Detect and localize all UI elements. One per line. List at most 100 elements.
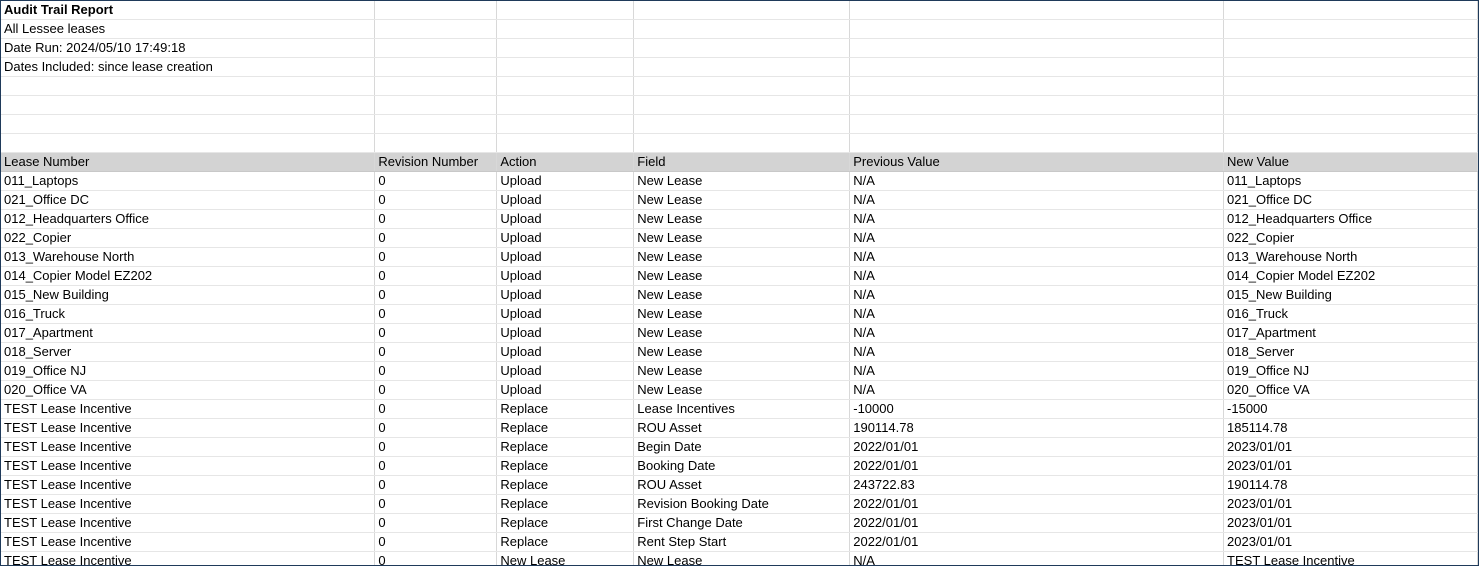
previous-value-cell[interactable]: 2022/01/01 [849, 456, 1225, 476]
new-value-cell[interactable]: 017_Apartment [1223, 323, 1478, 343]
new-value-cell[interactable]: 016_Truck [1223, 304, 1478, 324]
previous-value-cell[interactable]: 2022/01/01 [849, 532, 1225, 552]
lease-number-cell[interactable]: TEST Lease Incentive [1, 456, 376, 476]
lease-number-cell[interactable]: 013_Warehouse North [1, 247, 376, 267]
field-cell[interactable]: First Change Date [633, 513, 851, 533]
field-cell[interactable]: New Lease [633, 209, 851, 229]
new-value-cell[interactable]: 019_Office NJ [1223, 361, 1478, 381]
action-cell[interactable]: Upload [496, 361, 635, 381]
header-new-value[interactable]: New Value [1223, 152, 1478, 172]
lease-number-cell[interactable]: 015_New Building [1, 285, 376, 305]
new-value-cell[interactable]: -15000 [1223, 399, 1478, 419]
new-value-cell[interactable]: 012_Headquarters Office [1223, 209, 1478, 229]
revision-number-cell[interactable]: 0 [374, 190, 498, 210]
revision-number-cell[interactable]: 0 [374, 551, 498, 565]
revision-number-cell[interactable]: 0 [374, 171, 498, 191]
lease-number-cell[interactable]: 017_Apartment [1, 323, 376, 343]
new-value-cell[interactable]: TEST Lease Incentive [1223, 551, 1478, 565]
previous-value-cell[interactable]: N/A [849, 304, 1225, 324]
new-value-cell[interactable]: 013_Warehouse North [1223, 247, 1478, 267]
report-date-run[interactable]: Date Run: 2024/05/10 17:49:18 [1, 38, 376, 58]
revision-number-cell[interactable]: 0 [374, 342, 498, 362]
lease-number-cell[interactable]: TEST Lease Incentive [1, 532, 376, 552]
action-cell[interactable]: Upload [496, 171, 635, 191]
revision-number-cell[interactable]: 0 [374, 323, 498, 343]
revision-number-cell[interactable]: 0 [374, 532, 498, 552]
previous-value-cell[interactable]: 243722.83 [849, 475, 1225, 495]
lease-number-cell[interactable]: TEST Lease Incentive [1, 418, 376, 438]
field-cell[interactable]: New Lease [633, 304, 851, 324]
action-cell[interactable]: Replace [496, 513, 635, 533]
field-cell[interactable]: Revision Booking Date [633, 494, 851, 514]
revision-number-cell[interactable]: 0 [374, 247, 498, 267]
previous-value-cell[interactable]: -10000 [849, 399, 1225, 419]
new-value-cell[interactable]: 011_Laptops [1223, 171, 1478, 191]
previous-value-cell[interactable]: 2022/01/01 [849, 437, 1225, 457]
previous-value-cell[interactable]: N/A [849, 247, 1225, 267]
lease-number-cell[interactable]: 022_Copier [1, 228, 376, 248]
header-field[interactable]: Field [633, 152, 851, 172]
lease-number-cell[interactable]: 011_Laptops [1, 171, 376, 191]
action-cell[interactable]: Upload [496, 304, 635, 324]
action-cell[interactable]: Replace [496, 418, 635, 438]
previous-value-cell[interactable]: N/A [849, 171, 1225, 191]
new-value-cell[interactable]: 2023/01/01 [1223, 494, 1478, 514]
new-value-cell[interactable]: 020_Office VA [1223, 380, 1478, 400]
field-cell[interactable]: New Lease [633, 342, 851, 362]
lease-number-cell[interactable]: TEST Lease Incentive [1, 551, 376, 565]
action-cell[interactable]: Upload [496, 190, 635, 210]
new-value-cell[interactable]: 2023/01/01 [1223, 513, 1478, 533]
revision-number-cell[interactable]: 0 [374, 418, 498, 438]
previous-value-cell[interactable]: N/A [849, 323, 1225, 343]
revision-number-cell[interactable]: 0 [374, 380, 498, 400]
lease-number-cell[interactable]: TEST Lease Incentive [1, 513, 376, 533]
field-cell[interactable]: ROU Asset [633, 418, 851, 438]
field-cell[interactable]: New Lease [633, 190, 851, 210]
lease-number-cell[interactable]: TEST Lease Incentive [1, 437, 376, 457]
lease-number-cell[interactable]: 018_Server [1, 342, 376, 362]
new-value-cell[interactable]: 2023/01/01 [1223, 437, 1478, 457]
lease-number-cell[interactable]: 014_Copier Model EZ202 [1, 266, 376, 286]
previous-value-cell[interactable]: N/A [849, 285, 1225, 305]
new-value-cell[interactable]: 021_Office DC [1223, 190, 1478, 210]
lease-number-cell[interactable]: 021_Office DC [1, 190, 376, 210]
revision-number-cell[interactable]: 0 [374, 209, 498, 229]
field-cell[interactable]: New Lease [633, 285, 851, 305]
lease-number-cell[interactable]: 012_Headquarters Office [1, 209, 376, 229]
revision-number-cell[interactable]: 0 [374, 285, 498, 305]
revision-number-cell[interactable]: 0 [374, 513, 498, 533]
action-cell[interactable]: Upload [496, 209, 635, 229]
report-scope[interactable]: All Lessee leases [1, 19, 376, 39]
field-cell[interactable]: Booking Date [633, 456, 851, 476]
new-value-cell[interactable]: 2023/01/01 [1223, 532, 1478, 552]
new-value-cell[interactable]: 018_Server [1223, 342, 1478, 362]
action-cell[interactable]: Upload [496, 342, 635, 362]
revision-number-cell[interactable]: 0 [374, 494, 498, 514]
action-cell[interactable]: Upload [496, 228, 635, 248]
field-cell[interactable]: Lease Incentives [633, 399, 851, 419]
revision-number-cell[interactable]: 0 [374, 361, 498, 381]
field-cell[interactable]: New Lease [633, 171, 851, 191]
field-cell[interactable]: New Lease [633, 228, 851, 248]
action-cell[interactable]: Replace [496, 532, 635, 552]
new-value-cell[interactable]: 2023/01/01 [1223, 456, 1478, 476]
previous-value-cell[interactable]: N/A [849, 209, 1225, 229]
header-lease-number[interactable]: Lease Number [1, 152, 376, 172]
revision-number-cell[interactable]: 0 [374, 437, 498, 457]
revision-number-cell[interactable]: 0 [374, 456, 498, 476]
action-cell[interactable]: New Lease [496, 551, 635, 565]
revision-number-cell[interactable]: 0 [374, 266, 498, 286]
previous-value-cell[interactable]: N/A [849, 190, 1225, 210]
lease-number-cell[interactable]: 016_Truck [1, 304, 376, 324]
action-cell[interactable]: Replace [496, 437, 635, 457]
revision-number-cell[interactable]: 0 [374, 228, 498, 248]
header-revision-number[interactable]: Revision Number [374, 152, 498, 172]
revision-number-cell[interactable]: 0 [374, 304, 498, 324]
field-cell[interactable]: New Lease [633, 551, 851, 565]
action-cell[interactable]: Upload [496, 323, 635, 343]
previous-value-cell[interactable]: N/A [849, 342, 1225, 362]
previous-value-cell[interactable]: N/A [849, 551, 1225, 565]
field-cell[interactable]: New Lease [633, 361, 851, 381]
revision-number-cell[interactable]: 0 [374, 399, 498, 419]
previous-value-cell[interactable]: 190114.78 [849, 418, 1225, 438]
